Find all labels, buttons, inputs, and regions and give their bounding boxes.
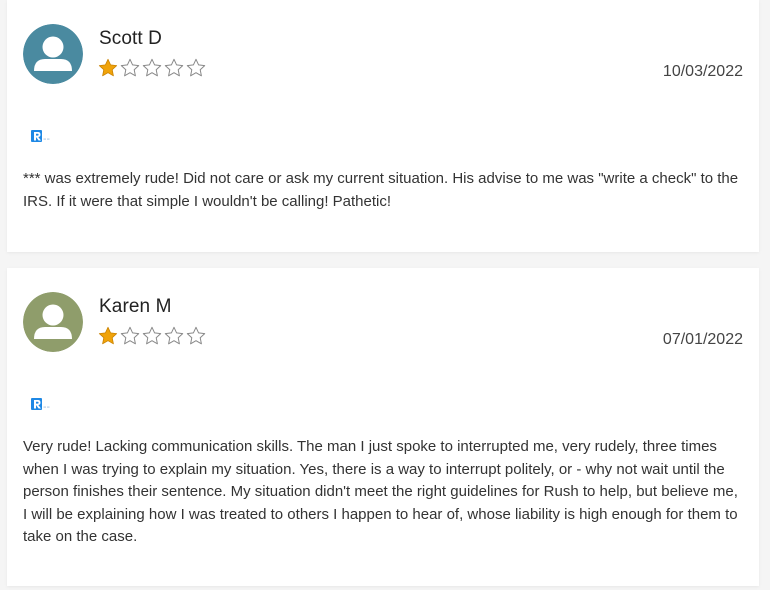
star-empty-icon xyxy=(142,326,162,345)
reviewer-name: Scott D xyxy=(99,28,162,49)
user-avatar-icon xyxy=(23,292,83,352)
star-empty-icon xyxy=(164,326,184,345)
star-rating xyxy=(98,58,206,78)
review-text: *** was extremely rude! Did not care or … xyxy=(23,170,739,210)
review-date: 10/03/2022 xyxy=(662,63,743,80)
star-filled-icon xyxy=(98,58,118,77)
review-text: Very rude! Lacking communication skills.… xyxy=(23,438,738,545)
review-date: 07/01/2022 xyxy=(662,331,743,348)
star-rating xyxy=(98,326,206,346)
star-empty-icon xyxy=(186,58,206,77)
avatar xyxy=(23,24,83,84)
avatar xyxy=(23,292,83,352)
star-empty-icon xyxy=(120,326,140,345)
star-empty-icon xyxy=(186,326,206,345)
review-card: Scott D 10/03/2022 *** was extremely rud… xyxy=(7,0,759,252)
user-avatar-icon xyxy=(23,24,83,84)
star-empty-icon xyxy=(120,58,140,77)
star-filled-icon xyxy=(98,326,118,345)
source-logo-icon xyxy=(29,396,55,412)
source-logo-icon xyxy=(29,128,55,144)
review-card: Karen M 07/01/2022 Very rude! Lacking co… xyxy=(7,268,759,586)
star-empty-icon xyxy=(164,58,184,77)
star-empty-icon xyxy=(142,58,162,77)
reviewer-name: Karen M xyxy=(99,296,172,317)
